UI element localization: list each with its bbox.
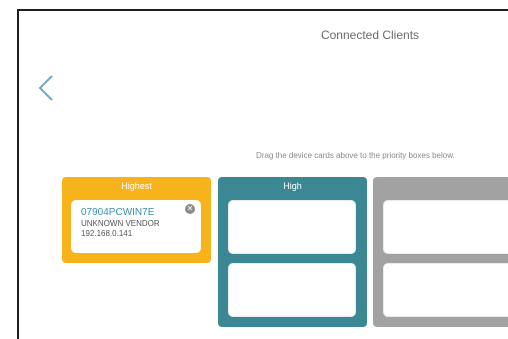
- priority-slot[interactable]: [228, 263, 356, 317]
- device-vendor: UNKNOWN VENDOR: [81, 219, 160, 228]
- priority-slot[interactable]: [383, 263, 508, 317]
- priority-column-high[interactable]: High: [218, 177, 367, 327]
- back-chevron-icon[interactable]: [34, 74, 58, 102]
- drag-hint: Drag the device cards above to the prior…: [256, 151, 455, 160]
- priority-column-medium[interactable]: M: [373, 177, 508, 327]
- priority-slot[interactable]: [383, 200, 508, 254]
- priority-column-label: Highest: [121, 181, 152, 191]
- priority-slot[interactable]: [228, 200, 356, 254]
- close-icon[interactable]: ✕: [185, 204, 195, 214]
- device-name: 07904PCWIN7E: [81, 207, 155, 218]
- priority-column-label: High: [283, 181, 302, 191]
- page-title: Connected Clients: [320, 28, 420, 42]
- device-card[interactable]: 07904PCWIN7E UNKNOWN VENDOR 192.168.0.14…: [71, 200, 201, 253]
- priority-column-highest[interactable]: Highest 07904PCWIN7E UNKNOWN VENDOR 192.…: [62, 177, 211, 263]
- device-ip: 192.168.0.141: [81, 229, 133, 238]
- priority-column-label: M: [373, 177, 508, 196]
